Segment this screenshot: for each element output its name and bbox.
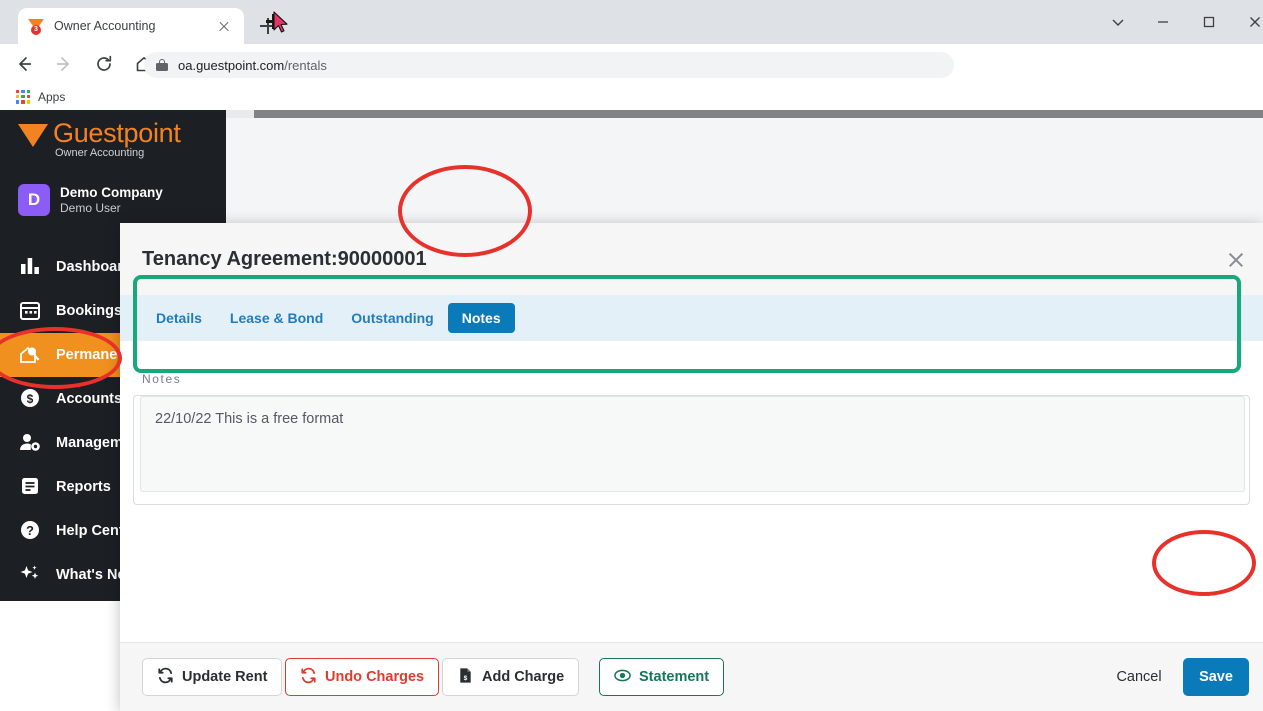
url-text: oa.guestpoint.com/rentals <box>178 58 327 73</box>
url-path: /rentals <box>284 58 327 73</box>
key-house-icon <box>18 343 44 367</box>
url-host: oa.guestpoint.com <box>178 58 284 73</box>
refresh-icon <box>157 667 174 688</box>
svg-text:?: ? <box>26 523 34 538</box>
sparkle-icon <box>18 563 44 587</box>
button-label: Add Charge <box>482 669 564 685</box>
eye-icon <box>614 667 631 688</box>
modal-body: Notes <box>120 341 1263 642</box>
tab-notes[interactable]: Notes <box>448 303 515 333</box>
question-circle-icon: ? <box>18 519 44 543</box>
reload-icon[interactable] <box>88 48 120 80</box>
add-charge-button[interactable]: $ Add Charge <box>442 658 579 696</box>
forward-arrow-icon[interactable] <box>48 48 80 80</box>
apps-grid-icon <box>16 90 31 105</box>
bar-chart-icon <box>18 255 44 279</box>
tab-outstanding[interactable]: Outstanding <box>337 303 447 333</box>
guestpoint-triangle-icon: 3 <box>28 18 45 35</box>
back-arrow-icon[interactable] <box>8 48 40 80</box>
brand-name: Guestpoint <box>53 118 181 148</box>
sidebar-item-label: Reports <box>56 479 111 495</box>
modal-tabs: Details Lease & Bond Outstanding Notes <box>120 295 1263 341</box>
browser-window: 3 Owner Accounting <box>0 0 1263 601</box>
svg-text:$: $ <box>464 674 468 681</box>
button-label: Statement <box>639 669 709 685</box>
account-user: Demo User <box>60 201 163 216</box>
new-tab-button[interactable] <box>256 14 280 38</box>
brand-subtitle: Owner Accounting <box>53 147 181 159</box>
window-close-icon[interactable] <box>1241 8 1263 36</box>
address-bar[interactable]: oa.guestpoint.com/rentals <box>144 52 954 78</box>
document-lines-icon <box>18 475 44 499</box>
svg-text:$: $ <box>27 392 34 406</box>
button-label: Update Rent <box>182 669 267 685</box>
invoice-icon: $ <box>457 667 474 688</box>
app-page: Guestpoint Owner Accounting D Demo Compa… <box>0 110 1263 601</box>
modal-footer: Update Rent Undo Charges $ Add Charge <box>120 642 1263 711</box>
update-rent-button[interactable]: Update Rent <box>142 658 282 696</box>
dollar-circle-icon: $ <box>18 387 44 411</box>
notes-input[interactable] <box>140 396 1245 492</box>
triangle-logo-icon <box>18 124 48 147</box>
account-block[interactable]: D Demo Company Demo User <box>18 184 163 216</box>
minimize-icon[interactable] <box>1149 8 1181 36</box>
sidebar-item-label: Accounts <box>56 391 122 407</box>
undo-charges-button[interactable]: Undo Charges <box>285 658 439 696</box>
apps-bookmark-label[interactable]: Apps <box>38 90 65 104</box>
browser-toolbar: oa.guestpoint.com/rentals T Paused <box>0 44 1263 84</box>
close-icon[interactable] <box>1223 247 1249 273</box>
cancel-button[interactable]: Cancel <box>1104 658 1174 696</box>
close-icon[interactable] <box>214 16 234 36</box>
tab-strip: 3 Owner Accounting <box>0 0 1263 44</box>
chevron-down-icon[interactable] <box>1104 8 1136 36</box>
account-company: Demo Company <box>60 185 163 201</box>
tab-details[interactable]: Details <box>142 303 216 333</box>
save-button[interactable]: Save <box>1183 658 1249 696</box>
tab-title: Owner Accounting <box>54 19 214 33</box>
bookmarks-bar: Apps <box>0 84 1263 110</box>
sidebar-item-label: Bookings <box>56 303 122 319</box>
calendar-icon <box>18 299 44 323</box>
avatar: D <box>18 184 50 216</box>
content-header-strip-dark <box>254 110 1263 118</box>
user-gear-icon <box>18 431 44 455</box>
modal-header: Tenancy Agreement:90000001 <box>120 223 1263 295</box>
tab-lease-and-bond[interactable]: Lease & Bond <box>216 303 337 333</box>
statement-button[interactable]: Statement <box>599 658 724 696</box>
tenancy-agreement-modal: Tenancy Agreement:90000001 Details Lease… <box>120 223 1263 711</box>
lock-icon <box>156 58 168 72</box>
refresh-icon <box>300 667 317 688</box>
favicon-badge: 3 <box>31 25 41 35</box>
browser-tab[interactable]: 3 Owner Accounting <box>18 8 244 44</box>
button-label: Undo Charges <box>325 669 424 685</box>
page-title: Tenancy Agreement:90000001 <box>142 248 427 271</box>
brand-logo[interactable]: Guestpoint Owner Accounting <box>18 118 181 159</box>
notes-label: Notes <box>142 372 181 386</box>
maximize-icon[interactable] <box>1195 8 1227 36</box>
